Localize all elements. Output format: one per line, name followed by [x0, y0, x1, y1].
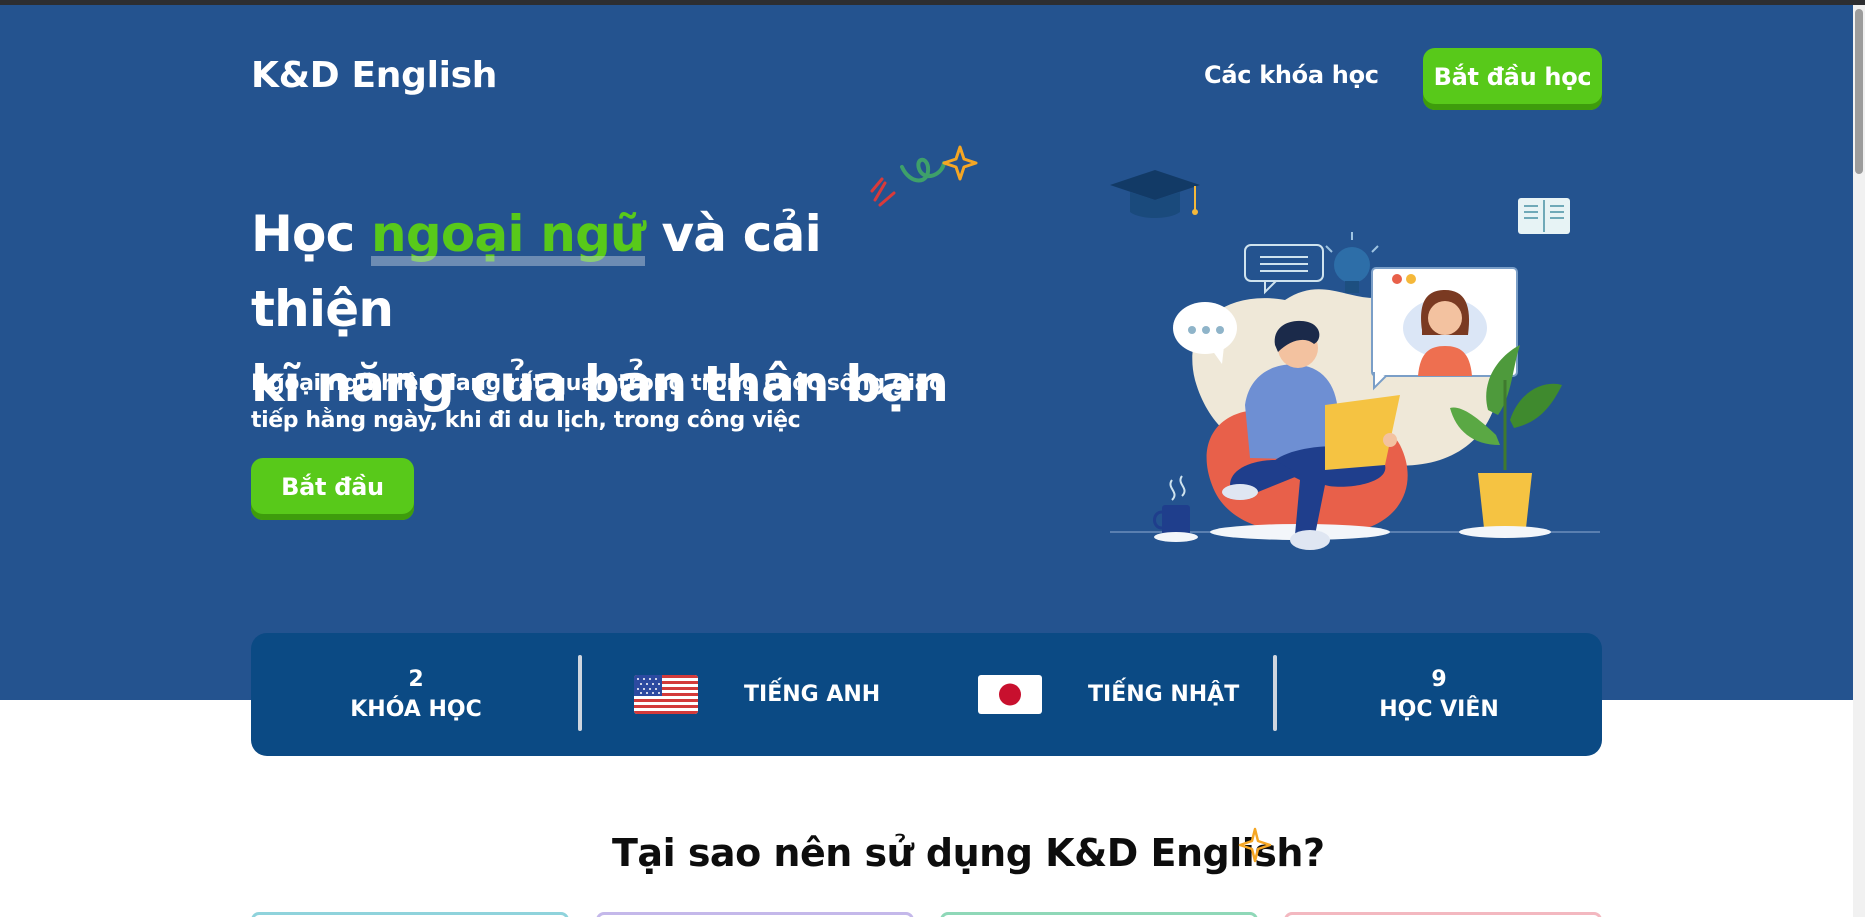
book-icon [1518, 198, 1570, 234]
lightbulb-icon [1325, 232, 1379, 293]
headline-highlight: ngoại ngữ [371, 197, 646, 272]
feature-card [596, 912, 914, 917]
stat-courses: 2 KHÓA HỌC [251, 633, 581, 756]
message-bubble-icon [1244, 244, 1324, 295]
japan-flag-icon [978, 675, 1042, 714]
us-flag-icon [634, 675, 698, 714]
language-english-label: TIẾNG ANH [744, 682, 881, 707]
language-english[interactable]: TIẾNG ANH [634, 633, 880, 756]
courses-label: KHÓA HỌC [350, 696, 482, 722]
stats-divider [578, 655, 582, 731]
stats-bar: 2 KHÓA HỌC TIẾNG ANH TIẾNG NHẬT 9 HỌC VI… [251, 633, 1602, 756]
online-learning-illustration [1110, 170, 1600, 550]
students-count: 9 [1431, 666, 1447, 692]
page-scrollbar[interactable] [1853, 5, 1865, 917]
graduation-cap-icon [1110, 170, 1200, 218]
feature-card [940, 912, 1258, 917]
students-label: HỌC VIÊN [1379, 696, 1499, 722]
landing-page: K&D English Các khóa học Bắt đầu học Học… [0, 0, 1865, 917]
start-learning-button[interactable]: Bắt đầu học [1423, 48, 1602, 110]
subtext-line1: Ngoại ngữ hiện đang rất quan trọng trong… [251, 371, 944, 396]
why-section-title: Tại sao nên sử dụng K&D English? [612, 831, 1325, 875]
subtext-line2: tiếp hằng ngày, khi đi du lịch, trong cô… [251, 408, 801, 433]
hero-subtext: Ngoại ngữ hiện đang rất quan trọng trong… [251, 365, 951, 439]
hero-section: K&D English Các khóa học Bắt đầu học Học… [0, 5, 1853, 700]
hero-start-button[interactable]: Bắt đầu [251, 458, 414, 520]
site-logo[interactable]: K&D English [251, 55, 497, 96]
stat-students: 9 HỌC VIÊN [1276, 633, 1602, 756]
language-japanese-label: TIẾNG NHẬT [1088, 682, 1240, 707]
feature-card [1284, 912, 1602, 917]
sparkle-icon [1238, 827, 1272, 863]
language-japanese[interactable]: TIẾNG NHẬT [978, 633, 1239, 756]
nav-courses-link[interactable]: Các khóa học [1204, 61, 1379, 89]
courses-count: 2 [408, 666, 424, 692]
headline-part1: Học [251, 205, 372, 263]
scrollbar-thumb[interactable] [1855, 9, 1863, 174]
feature-card [251, 912, 569, 917]
